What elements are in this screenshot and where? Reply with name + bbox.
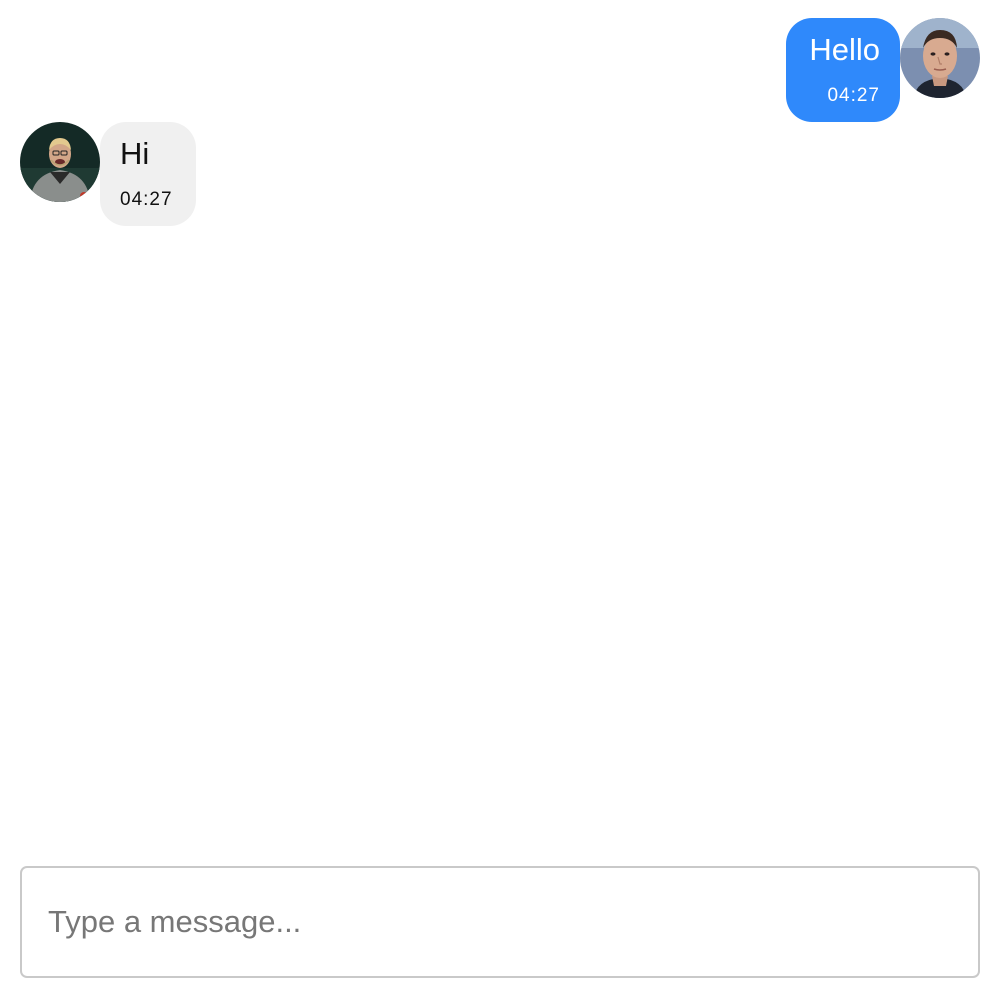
chat-window: Hello 04:27 Hi 04:27 Type a message... xyxy=(0,0,1000,1000)
avatar-photo-icon xyxy=(900,18,980,98)
message-bubble-incoming: Hi 04:27 xyxy=(100,122,196,226)
message-input[interactable] xyxy=(22,868,978,976)
message-text: Hi xyxy=(120,136,150,171)
avatar-sender[interactable] xyxy=(900,18,980,98)
message-text: Hello xyxy=(809,32,880,67)
avatar-recipient[interactable] xyxy=(20,122,100,202)
message-timestamp: 04:27 xyxy=(120,189,173,210)
avatar-photo-icon xyxy=(20,122,100,202)
message-timestamp: 04:27 xyxy=(827,85,880,106)
message-composer xyxy=(20,866,980,978)
message-bubble-outgoing: Hello 04:27 xyxy=(786,18,900,122)
